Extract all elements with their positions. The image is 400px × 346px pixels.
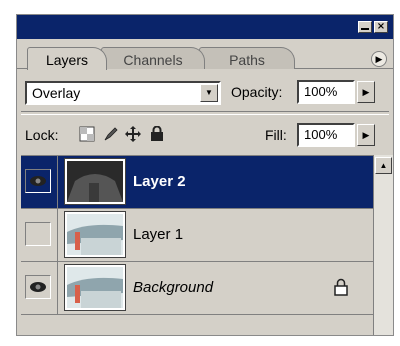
scroll-up-icon[interactable]: ▲ — [375, 157, 392, 174]
lock-fill-row: Lock: Fill: 100% ▶ — [17, 117, 393, 153]
minimize-icon[interactable] — [358, 21, 372, 33]
lock-label: Lock: — [25, 127, 59, 143]
layer-name: Layer 1 — [133, 226, 184, 243]
layers-panel: × Paths Channels Layers ▶ Overlay ▼ Opac… — [16, 14, 394, 336]
tab-label: Channels — [123, 52, 183, 68]
layer-thumbnail — [64, 158, 126, 205]
eye-icon — [30, 282, 46, 292]
layer-thumbnail — [64, 211, 126, 258]
fill-field[interactable]: 100% — [297, 123, 355, 147]
column-divider — [57, 262, 58, 314]
flyout-menu-icon[interactable]: ▶ — [371, 51, 387, 67]
lock-transparency-icon[interactable] — [79, 126, 95, 142]
layers-list: Layer 2 Layer 1 Background — [21, 155, 373, 335]
blend-opacity-row: Overlay ▼ Opacity: 100% ▶ — [17, 75, 393, 109]
close-icon[interactable]: × — [374, 21, 388, 33]
visibility-toggle[interactable] — [25, 222, 51, 246]
panel-tabs: Paths Channels Layers ▶ — [17, 39, 393, 70]
lock-all-icon[interactable] — [149, 126, 165, 142]
layer-lock-icon — [334, 278, 348, 296]
layer-thumbnail — [64, 264, 126, 311]
lock-image-icon[interactable] — [103, 126, 119, 142]
layer-row-layer-2[interactable]: Layer 2 — [21, 156, 373, 209]
lock-position-icon[interactable] — [125, 126, 141, 142]
column-divider — [57, 156, 58, 208]
opacity-field[interactable]: 100% — [297, 80, 355, 104]
layer-row-background[interactable]: Background — [21, 262, 373, 315]
tab-paths[interactable]: Paths — [199, 47, 295, 69]
blend-mode-select[interactable]: Overlay ▼ — [25, 81, 221, 105]
layer-name: Background — [133, 279, 214, 296]
blend-mode-value: Overlay — [32, 85, 81, 101]
column-divider — [57, 209, 58, 261]
layer-row-layer-1[interactable]: Layer 1 — [21, 209, 373, 262]
visibility-toggle[interactable] — [25, 275, 51, 299]
fill-label: Fill: — [265, 127, 287, 143]
chevron-down-icon[interactable]: ▼ — [200, 84, 218, 102]
layer-name: Layer 2 — [133, 173, 186, 190]
tab-channels[interactable]: Channels — [101, 47, 205, 69]
opacity-slider-arrow-icon[interactable]: ▶ — [357, 81, 375, 103]
layers-scrollbar[interactable]: ▲ — [373, 155, 393, 335]
opacity-label: Opacity: — [231, 84, 283, 100]
divider — [21, 111, 389, 115]
tab-label: Layers — [45, 52, 89, 68]
eye-icon — [30, 176, 46, 186]
tab-layers[interactable]: Layers — [27, 47, 107, 70]
visibility-toggle[interactable] — [25, 169, 51, 193]
fill-slider-arrow-icon[interactable]: ▶ — [357, 124, 375, 146]
panel-titlebar[interactable]: × — [17, 15, 393, 39]
tab-label: Paths — [229, 52, 265, 68]
